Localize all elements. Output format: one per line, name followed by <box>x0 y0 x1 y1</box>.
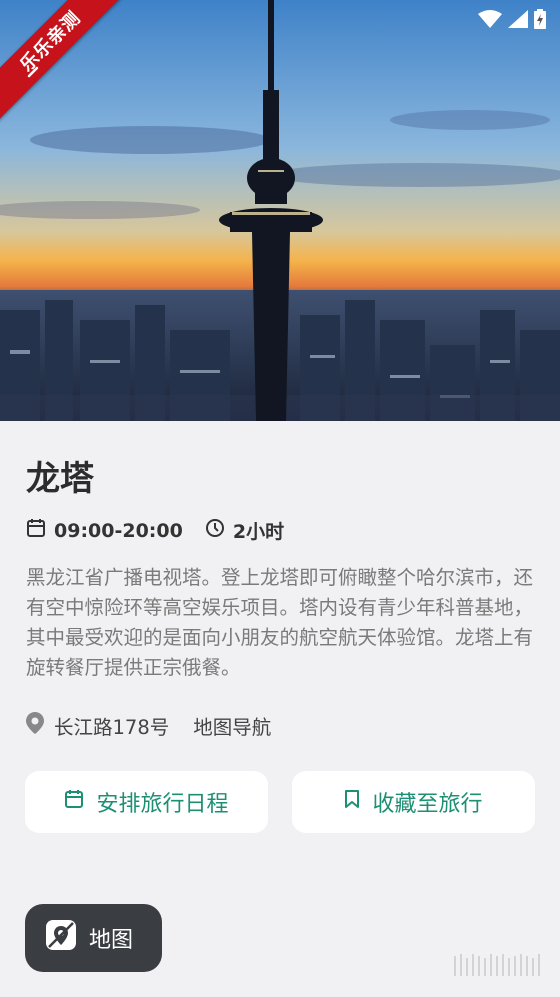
save-to-trip-button[interactable]: 收藏至旅行 <box>292 771 535 833</box>
meta-row: 09:00-20:00 2小时 <box>26 517 306 544</box>
clock-icon <box>205 518 225 543</box>
hero-photo <box>0 0 560 421</box>
save-to-trip-label: 收藏至旅行 <box>372 792 483 817</box>
map-button-label: 地图 <box>89 928 134 953</box>
schedule-trip-button[interactable]: 安排旅行日程 <box>25 771 268 833</box>
visit-duration: 2小时 <box>205 517 284 544</box>
hours-text: 09:00-20:00 <box>54 519 183 542</box>
status-bar <box>478 8 546 30</box>
map-button[interactable]: 地图 <box>25 904 162 972</box>
back-arrow-icon[interactable] <box>26 66 40 86</box>
schedule-trip-label: 安排旅行日程 <box>96 792 229 817</box>
calendar-icon <box>26 518 46 543</box>
opening-hours: 09:00-20:00 <box>26 518 183 543</box>
signal-icon <box>508 10 528 28</box>
address-row: 长江路178号 地图导航 <box>26 711 271 740</box>
calendar-icon <box>64 789 84 815</box>
address-text: 长江路178号 <box>54 716 170 739</box>
duration-text: 2小时 <box>232 521 285 543</box>
attraction-description: 黑龙江省广播电视塔。登上龙塔即可俯瞰整个哈尔滨市，还有空中惊险环等高空娱乐项目。… <box>26 566 534 679</box>
battery-icon <box>534 9 546 29</box>
location-pin-icon <box>26 712 44 739</box>
map-navigation-link[interactable]: 地图导航 <box>193 711 271 740</box>
wifi-icon <box>478 10 502 28</box>
bookmark-icon <box>344 789 360 815</box>
attraction-title: 龙塔 <box>26 459 94 499</box>
watermark <box>444 944 554 988</box>
map-icon <box>45 919 77 957</box>
